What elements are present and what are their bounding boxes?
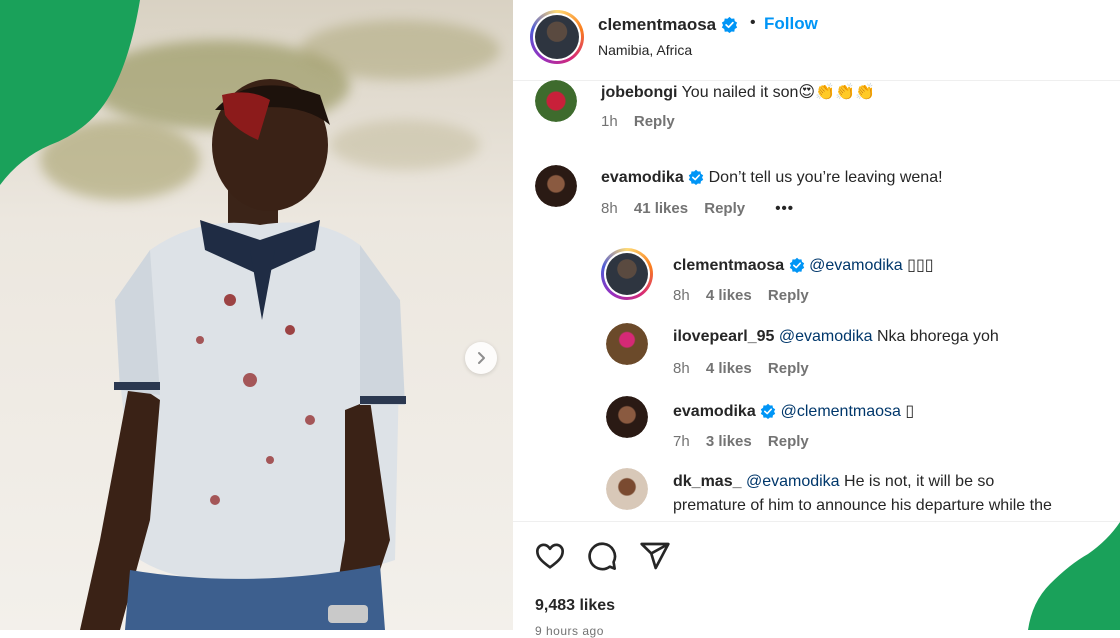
comment-text: He is not, it will be so (844, 473, 995, 490)
post-time-ago: 9 hours ago (535, 624, 604, 638)
more-options-icon[interactable]: ••• (775, 200, 794, 217)
comments-list[interactable]: jobebongi You nailed it son😍👏👏👏 1h Reply… (513, 80, 1120, 520)
commenter-avatar[interactable] (606, 468, 648, 510)
comment-text: ▯▯▯ (907, 257, 934, 274)
comment-mention[interactable]: @evamodika (809, 257, 903, 274)
comment-username[interactable]: clementmaosa (673, 257, 784, 274)
post-header: clementmaosa • Follow Namibia, Africa (513, 0, 1120, 81)
comment-time[interactable]: 1h (601, 113, 618, 130)
comment-username[interactable]: dk_mas_ (673, 473, 742, 490)
comment-mention[interactable]: @evamodika (779, 328, 873, 345)
reply-button[interactable]: Reply (634, 113, 675, 130)
decor-blob-bottom-right (1028, 522, 1120, 630)
comment-item: evamodika Don’t tell us you’re leaving w… (513, 162, 1120, 232)
verified-badge-icon (721, 16, 738, 33)
comment-username[interactable]: evamodika (673, 403, 756, 420)
comment-mention[interactable]: @clementmaosa (781, 403, 901, 420)
reply-button[interactable]: Reply (704, 200, 745, 217)
chevron-right-icon (478, 352, 485, 364)
follow-button[interactable]: Follow (764, 14, 818, 34)
post-like-count[interactable]: 9,483 likes (535, 597, 615, 615)
author-avatar[interactable] (530, 10, 584, 64)
comment-icon[interactable] (586, 540, 618, 572)
reply-item: dk_mas_ @evamodika He is not, it will be… (513, 465, 1120, 520)
next-photo-button[interactable] (465, 342, 497, 374)
commenter-avatar[interactable] (606, 396, 648, 438)
comment-mention[interactable]: @evamodika (746, 473, 840, 490)
reply-button[interactable]: Reply (768, 287, 809, 304)
share-icon[interactable] (639, 540, 671, 572)
reply-button[interactable]: Reply (768, 433, 809, 450)
header-separator: • (750, 14, 756, 31)
reply-button[interactable]: Reply (768, 360, 809, 377)
comment-like-count[interactable]: 4 likes (706, 360, 752, 377)
commenter-avatar[interactable] (535, 80, 577, 122)
heart-icon[interactable] (534, 540, 566, 572)
comment-like-count[interactable]: 41 likes (634, 200, 688, 217)
comment-text: ▯ (905, 403, 915, 420)
reply-item: clementmaosa @evamodika ▯▯▯ 8h 4 likes R… (513, 245, 1120, 315)
comment-time[interactable]: 8h (601, 200, 618, 217)
verified-badge-icon (688, 169, 704, 185)
author-username[interactable]: clementmaosa (598, 15, 738, 35)
comment-time[interactable]: 8h (673, 287, 690, 304)
comment-time[interactable]: 7h (673, 433, 690, 450)
comment-text: You nailed it son😍👏👏👏 (681, 84, 875, 101)
author-username-text[interactable]: clementmaosa (598, 15, 716, 34)
commenter-avatar[interactable] (535, 165, 577, 207)
comment-text: Nka bhorega yoh (876, 328, 999, 345)
comment-username[interactable]: evamodika (601, 169, 684, 186)
commenter-avatar[interactable] (606, 323, 648, 365)
verified-badge-icon (760, 403, 776, 419)
reply-item: ilovepearl_95 @evamodika Nka bhorega yoh… (513, 320, 1120, 390)
post-photo (0, 0, 513, 630)
comment-item: jobebongi You nailed it son😍👏👏👏 1h Reply (513, 80, 1120, 150)
comment-username[interactable]: jobebongi (601, 84, 677, 101)
comment-username[interactable]: ilovepearl_95 (673, 328, 774, 345)
comment-time[interactable]: 8h (673, 360, 690, 377)
commenter-avatar[interactable] (601, 248, 653, 300)
decor-blob-top-left (0, 0, 140, 185)
verified-badge-icon (789, 257, 804, 273)
comment-like-count[interactable]: 4 likes (706, 287, 752, 304)
post-location[interactable]: Namibia, Africa (598, 42, 692, 58)
comment-text-continued: premature of him to announce his departu… (673, 497, 1052, 514)
comment-text: Don’t tell us you’re leaving wena! (708, 169, 943, 186)
reply-item: evamodika @clementmaosa ▯ 7h 3 likes Rep… (513, 393, 1120, 463)
comment-like-count[interactable]: 3 likes (706, 433, 752, 450)
